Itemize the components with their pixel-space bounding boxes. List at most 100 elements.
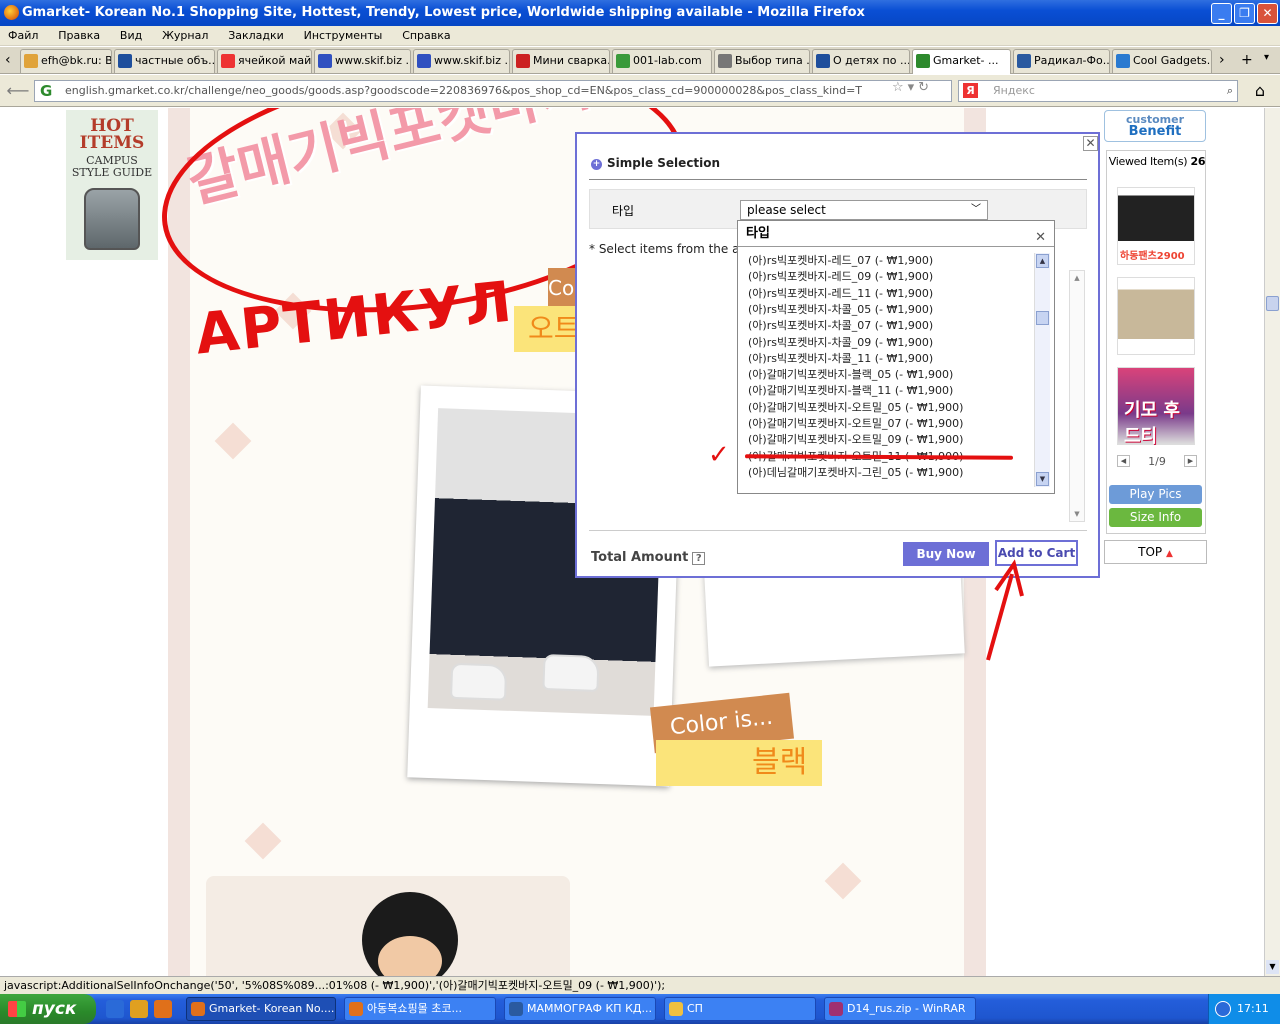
tab-label: www.skif.biz ... (434, 54, 510, 67)
tab-favicon-icon (221, 54, 235, 68)
tab-favicon-icon (118, 54, 132, 68)
viewed-thumb-1[interactable]: 하동팬츠2900 (1117, 187, 1195, 265)
red-checkmark-icon: ✓ (708, 440, 730, 470)
tab-favicon-icon (24, 54, 38, 68)
tab-4[interactable]: www.skif.biz ... (413, 49, 510, 73)
taskbar-item-0[interactable]: Gmarket- Korean No.... (186, 997, 336, 1021)
dropdown-option[interactable]: (아)데님갈매기포켓바지-그린_05 (- ₩1,900) (748, 465, 963, 481)
dropdown-option[interactable]: (아)갈매기빅포켓바지-오트밀_05 (- ₩1,900) (748, 400, 963, 416)
scroll-thumb[interactable] (1266, 296, 1279, 311)
top-button[interactable]: TOP ▲ (1104, 540, 1207, 564)
dropdown-option[interactable]: (아)rs빅포켓바지-차콜_09 (- ₩1,900) (748, 335, 933, 351)
buy-now-button[interactable]: Buy Now (903, 542, 989, 566)
tab-7[interactable]: Выбор типа ... (714, 49, 810, 73)
viewed-items-header: Viewed Item(s) 26 (1107, 155, 1207, 168)
up-triangle-icon: ▲ (1165, 549, 1173, 559)
home-icon[interactable]: ⌂ (1248, 80, 1272, 102)
window-title: Gmarket- Korean No.1 Shopping Site, Hott… (22, 5, 865, 20)
maximize-button[interactable]: ❐ (1234, 3, 1255, 24)
menu-view[interactable]: Вид (112, 26, 150, 46)
yandex-icon: Я (963, 83, 978, 98)
tab-1[interactable]: частные объ... (114, 49, 215, 73)
tab-0[interactable]: efh@bk.ru: В... (20, 49, 112, 73)
viewed-thumb-2[interactable] (1117, 277, 1195, 355)
minimize-button[interactable]: _ (1211, 3, 1232, 24)
menu-help[interactable]: Справка (394, 26, 458, 46)
tabs-scroll-right-icon[interactable]: › (1219, 52, 1225, 68)
dropdown-option[interactable]: (아)rs빅포켓바지-차콜_05 (- ₩1,900) (748, 302, 933, 318)
play-pics-button[interactable]: Play Pics (1109, 485, 1202, 504)
dropdown-option[interactable]: (아)rs빅포켓바지-차콜_11 (- ₩1,900) (748, 351, 933, 367)
tab-9[interactable]: Gmarket- ... (912, 49, 1011, 74)
dropdown-option[interactable]: (아)rs빅포켓바지-차콜_07 (- ₩1,900) (748, 318, 933, 334)
taskbar-item-3[interactable]: СП (664, 997, 816, 1021)
pager-prev-icon[interactable]: ◀ (1117, 455, 1130, 467)
tab-5[interactable]: Мини сварка... (512, 49, 610, 73)
type-dropdown-list: 타입 ✕ (아)rs빅포켓바지-레드_07 (- ₩1,900) (아)rs빅포켓바… (737, 220, 1055, 494)
ie-quicklaunch-icon[interactable] (106, 1000, 124, 1018)
page-scrollbar[interactable]: ▼ (1264, 108, 1280, 976)
scroll-up-icon[interactable]: ▲ (1036, 254, 1049, 268)
type-select[interactable]: please select ﹀ (740, 200, 988, 220)
tab-label: О детях по ... (833, 54, 910, 67)
help-icon[interactable]: ? (692, 552, 706, 565)
url-text: english.gmarket.co.kr/challenge/neo_good… (65, 84, 863, 97)
scroll-down-icon[interactable]: ▼ (1036, 472, 1049, 486)
viewed-thumb-1-text: 하동팬츠2900 (1120, 251, 1185, 262)
size-info-button[interactable]: Size Info (1109, 508, 1202, 527)
top-label: TOP (1138, 545, 1163, 559)
tab-8[interactable]: О детях по ... (812, 49, 910, 73)
dropdown-option[interactable]: (아)갈매기빅포켓바지-블랙_05 (- ₩1,900) (748, 367, 953, 383)
menu-history[interactable]: Журнал (154, 26, 216, 46)
new-tab-icon[interactable]: + (1241, 52, 1253, 68)
menu-bookmarks[interactable]: Закладки (220, 26, 292, 46)
tray-arrow-icon[interactable] (1215, 1001, 1231, 1017)
back-icon[interactable]: ⟵ (6, 80, 30, 102)
dropdown-close-icon[interactable]: ✕ (1035, 225, 1046, 251)
quicklaunch-icon[interactable] (130, 1000, 148, 1018)
dropdown-scrollbar[interactable]: ▲ ▼ (1034, 253, 1050, 487)
dialog-close-icon[interactable]: ✕ (1083, 136, 1098, 151)
menu-file[interactable]: Файл (0, 26, 46, 46)
scroll-up-icon[interactable]: ▲ (1071, 272, 1083, 284)
pager-next-icon[interactable]: ▶ (1184, 455, 1197, 467)
task-label: D14_rus.zip - WinRAR (847, 1002, 966, 1015)
taskbar-item-4[interactable]: D14_rus.zip - WinRAR (824, 997, 976, 1021)
tab-3[interactable]: www.skif.biz ... (314, 49, 411, 73)
tab-2[interactable]: ячейкой май... (217, 49, 312, 73)
search-input[interactable]: Я Яндекс ⌕ (958, 80, 1238, 102)
shoe-image (450, 662, 508, 701)
dropdown-option[interactable]: (아)rs빅포켓바지-레드_07 (- ₩1,900) (748, 253, 933, 269)
tab-label: Gmarket- ... (933, 54, 999, 67)
tab-favicon-icon (718, 54, 732, 68)
firefox-quicklaunch-icon[interactable] (154, 1000, 172, 1018)
tabs-scroll-left-icon[interactable]: ‹ (5, 52, 11, 68)
hot-items-banner[interactable]: HOT ITEMS CAMPUS STYLE GUIDE (66, 110, 158, 260)
start-button[interactable]: пуск (0, 994, 96, 1024)
tab-6[interactable]: 001-lab.com (612, 49, 712, 73)
customer-benefit-button[interactable]: customer Benefit (1104, 110, 1206, 142)
close-button[interactable]: ✕ (1257, 3, 1278, 24)
tab-11[interactable]: Cool Gadgets... (1112, 49, 1212, 73)
search-icon[interactable]: ⌕ (1227, 81, 1233, 101)
dropdown-option[interactable]: (아)rs빅포켓바지-레드_09 (- ₩1,900) (748, 269, 933, 285)
dropdown-option[interactable]: (아)갈매기빅포켓바지-오트밀_07 (- ₩1,900) (748, 416, 963, 432)
scroll-down-icon[interactable]: ▼ (1071, 508, 1083, 520)
dropdown-option[interactable]: (아)갈매기빅포켓바지-블랙_11 (- ₩1,900) (748, 383, 953, 399)
scroll-down-icon[interactable]: ▼ (1266, 960, 1279, 974)
bookmark-star-icon[interactable]: ☆▾↻ (892, 80, 933, 95)
viewed-thumb-3[interactable]: 기모 후드티 (1117, 367, 1195, 447)
scroll-thumb[interactable] (1036, 311, 1049, 325)
url-bar[interactable]: G english.gmarket.co.kr/challenge/neo_go… (34, 80, 952, 102)
dialog-scrollbar[interactable]: ▲ ▼ (1069, 270, 1085, 522)
taskbar-item-1[interactable]: 아동복쇼핑몰 초코... (344, 997, 496, 1021)
tab-label: www.skif.biz ... (335, 54, 411, 67)
viewed-items-label: Viewed Item(s) (1108, 155, 1188, 168)
dropdown-option[interactable]: (아)rs빅포켓바지-레드_11 (- ₩1,900) (748, 286, 933, 302)
menu-tools[interactable]: Инструменты (296, 26, 391, 46)
tab-10[interactable]: Радикал-Фо... (1013, 49, 1110, 73)
taskbar-item-2[interactable]: МАММОГРАФ КП КД... (504, 997, 656, 1021)
dropdown-option[interactable]: (아)갈매기빅포켓바지-오트밀_09 (- ₩1,900) (748, 432, 963, 448)
menu-edit[interactable]: Правка (50, 26, 108, 46)
tab-list-icon[interactable]: ▾ (1264, 52, 1269, 63)
